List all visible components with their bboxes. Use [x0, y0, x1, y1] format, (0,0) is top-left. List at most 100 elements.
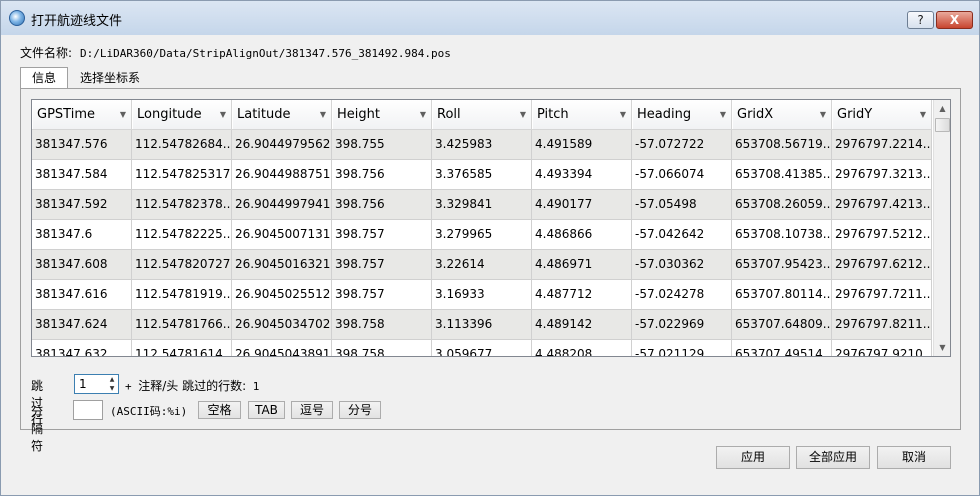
stepper-buttons[interactable]: ▲ ▼	[106, 375, 118, 393]
table-cell[interactable]: 653707.80114...	[732, 280, 832, 310]
scrollbar-thumb[interactable]	[935, 118, 950, 132]
column-header-gridy[interactable]: GridY ▼	[832, 100, 932, 129]
table-cell[interactable]: 2976797.4213...	[832, 190, 932, 220]
table-cell[interactable]: 398.757	[332, 280, 432, 310]
apply-all-button[interactable]: 全部应用	[796, 446, 870, 469]
stepper-down-icon[interactable]: ▼	[106, 384, 118, 393]
tab-coordinate-system[interactable]: 选择坐标系	[70, 68, 150, 90]
semicolon-button[interactable]: 分号	[339, 401, 381, 419]
table-cell[interactable]: 653708.41385...	[732, 160, 832, 190]
table-cell[interactable]: 2976797.2214...	[832, 130, 932, 160]
table-cell[interactable]: 398.756	[332, 160, 432, 190]
table-cell[interactable]: 653708.26059...	[732, 190, 832, 220]
table-cell[interactable]: 381347.616	[32, 280, 132, 310]
table-row[interactable]: 381347.632 112.54781614... 26.9045043891 39…	[32, 340, 932, 356]
close-button[interactable]: X	[936, 11, 973, 29]
dropdown-arrow-icon[interactable]: ▼	[420, 100, 426, 129]
table-cell[interactable]: 4.489142	[532, 310, 632, 340]
table-cell[interactable]: 2976797.8211...	[832, 310, 932, 340]
table-cell[interactable]: 4.488208	[532, 340, 632, 356]
table-row[interactable]: 381347.608 112.547820727 26.9045016321 398.…	[32, 250, 932, 280]
table-cell[interactable]: 398.757	[332, 220, 432, 250]
space-button[interactable]: 空格	[198, 401, 241, 419]
table-row[interactable]: 381347.616 112.54781919... 26.9045025512 39…	[32, 280, 932, 310]
skip-rows-value[interactable]: 1	[79, 377, 87, 391]
dropdown-arrow-icon[interactable]: ▼	[320, 100, 326, 129]
table-cell[interactable]: 112.54782684...	[132, 130, 232, 160]
table-cell[interactable]: 381347.608	[32, 250, 132, 280]
table-cell[interactable]: 3.22614	[432, 250, 532, 280]
dropdown-arrow-icon[interactable]: ▼	[920, 100, 926, 129]
dropdown-arrow-icon[interactable]: ▼	[620, 100, 626, 129]
table-cell[interactable]: 381347.584	[32, 160, 132, 190]
table-cell[interactable]: 398.758	[332, 340, 432, 356]
table-cell[interactable]: 4.493394	[532, 160, 632, 190]
table-cell[interactable]: -57.066074	[632, 160, 732, 190]
table-cell[interactable]: -57.021129	[632, 340, 732, 356]
table-cell[interactable]: 381347.624	[32, 310, 132, 340]
table-row[interactable]: 381347.6 112.54782225... 26.9045007131 398.…	[32, 220, 932, 250]
table-cell[interactable]: 398.756	[332, 190, 432, 220]
table-cell[interactable]: 4.486866	[532, 220, 632, 250]
table-cell[interactable]: 4.487712	[532, 280, 632, 310]
table-cell[interactable]: 26.9045016321	[232, 250, 332, 280]
table-cell[interactable]: 381347.632	[32, 340, 132, 356]
table-cell[interactable]: 4.490177	[532, 190, 632, 220]
table-cell[interactable]: 653708.56719...	[732, 130, 832, 160]
skip-rows-stepper[interactable]: 1 ▲ ▼	[74, 374, 119, 394]
table-cell[interactable]: 2976797.6212...	[832, 250, 932, 280]
table-cell[interactable]: 26.9044997941	[232, 190, 332, 220]
table-cell[interactable]: 4.486971	[532, 250, 632, 280]
vertical-scrollbar[interactable]: ▲ ▼	[933, 100, 950, 356]
table-cell[interactable]: 112.54781766...	[132, 310, 232, 340]
table-cell[interactable]: 653708.10738...	[732, 220, 832, 250]
dropdown-arrow-icon[interactable]: ▼	[220, 100, 226, 129]
column-header-heading[interactable]: Heading ▼	[632, 100, 732, 129]
table-cell[interactable]: 26.9044988751	[232, 160, 332, 190]
table-cell[interactable]: 112.54781614...	[132, 340, 232, 356]
separator-input[interactable]	[73, 400, 103, 420]
table-cell[interactable]: 653707.64809...	[732, 310, 832, 340]
table-cell[interactable]: -57.022969	[632, 310, 732, 340]
table-cell[interactable]: -57.042642	[632, 220, 732, 250]
scroll-up-icon[interactable]: ▲	[934, 100, 950, 117]
table-cell[interactable]: 3.329841	[432, 190, 532, 220]
table-cell[interactable]: 381347.576	[32, 130, 132, 160]
dropdown-arrow-icon[interactable]: ▼	[720, 100, 726, 129]
table-cell[interactable]: 3.059677	[432, 340, 532, 356]
table-cell[interactable]: 26.9045025512	[232, 280, 332, 310]
apply-button[interactable]: 应用	[716, 446, 790, 469]
tab-info[interactable]: 信息	[20, 67, 68, 90]
table-cell[interactable]: 2976797.3213...	[832, 160, 932, 190]
table-row[interactable]: 381347.624 112.54781766... 26.9045034702 39…	[32, 310, 932, 340]
dropdown-arrow-icon[interactable]: ▼	[520, 100, 526, 129]
table-cell[interactable]: 112.54782225...	[132, 220, 232, 250]
table-cell[interactable]: 4.491589	[532, 130, 632, 160]
table-cell[interactable]: -57.024278	[632, 280, 732, 310]
dropdown-arrow-icon[interactable]: ▼	[120, 100, 126, 129]
column-header-roll[interactable]: Roll ▼	[432, 100, 532, 129]
table-cell[interactable]: 381347.6	[32, 220, 132, 250]
table-cell[interactable]: 26.9045034702	[232, 310, 332, 340]
title-bar[interactable]: 打开航迹线文件 ? X	[1, 1, 979, 35]
tab-button[interactable]: TAB	[248, 401, 285, 419]
table-cell[interactable]: 3.376585	[432, 160, 532, 190]
table-cell[interactable]: 3.113396	[432, 310, 532, 340]
table-cell[interactable]: 2976797.5212...	[832, 220, 932, 250]
table-cell[interactable]: 398.758	[332, 310, 432, 340]
dropdown-arrow-icon[interactable]: ▼	[820, 100, 826, 129]
table-cell[interactable]: 112.54782378...	[132, 190, 232, 220]
table-cell[interactable]: 3.425983	[432, 130, 532, 160]
table-cell[interactable]: 2976797.9210...	[832, 340, 932, 356]
column-header-gridx[interactable]: GridX ▼	[732, 100, 832, 129]
table-cell[interactable]: -57.030362	[632, 250, 732, 280]
table-cell[interactable]: 2976797.7211...	[832, 280, 932, 310]
table-row[interactable]: 381347.584 112.547825317 26.9044988751 398.…	[32, 160, 932, 190]
table-cell[interactable]: 26.9045007131	[232, 220, 332, 250]
table-cell[interactable]: 3.279965	[432, 220, 532, 250]
column-header-latitude[interactable]: Latitude ▼	[232, 100, 332, 129]
help-button[interactable]: ?	[907, 11, 934, 29]
table-row[interactable]: 381347.576 112.54782684... 26.9044979562 39…	[32, 130, 932, 160]
table-cell[interactable]: -57.05498	[632, 190, 732, 220]
stepper-up-icon[interactable]: ▲	[106, 375, 118, 384]
